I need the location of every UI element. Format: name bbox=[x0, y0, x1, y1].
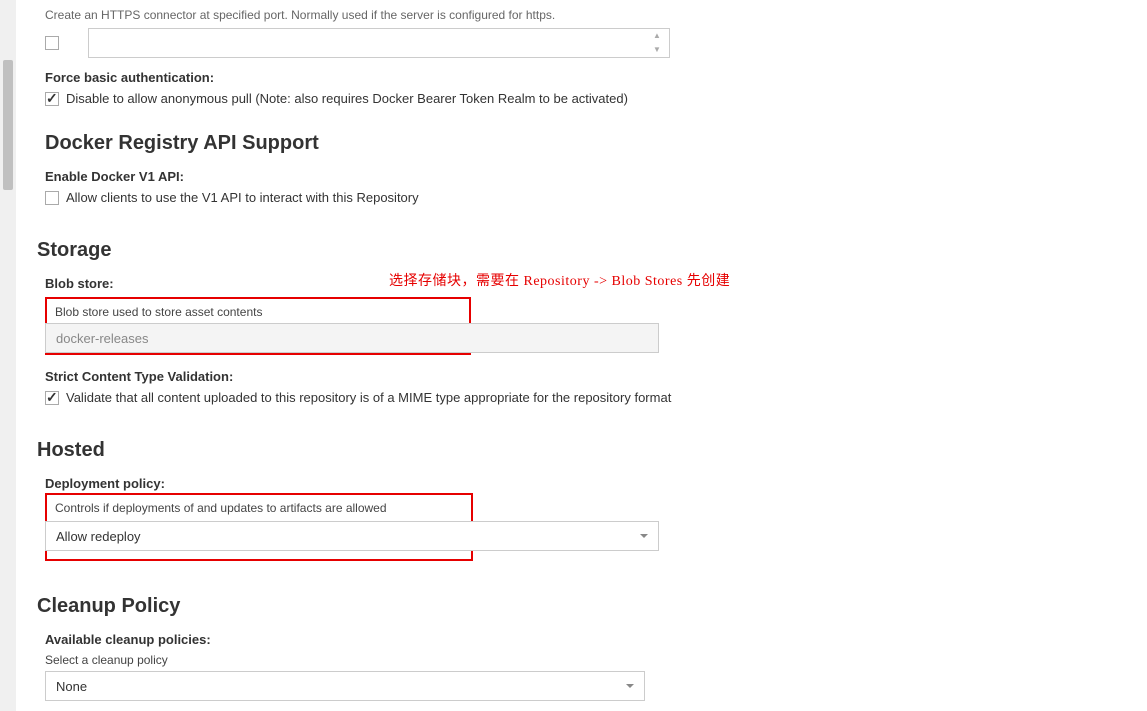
https-connector-checkbox[interactable] bbox=[45, 36, 59, 50]
cleanup-policy-select[interactable]: None bbox=[45, 671, 645, 701]
deployment-policy-label: Deployment policy: bbox=[45, 476, 1127, 491]
annotation-text: 选择存储块，需要在 Repository -> Blob Stores 先创建 bbox=[389, 270, 730, 290]
https-port-input[interactable]: ▲▼ bbox=[88, 28, 670, 58]
hosted-section-title: Hosted bbox=[37, 439, 1127, 462]
deployment-policy-select[interactable]: Allow redeploy bbox=[45, 521, 659, 551]
spinner-icon[interactable]: ▲▼ bbox=[653, 32, 663, 54]
force-basic-auth-text: Disable to allow anonymous pull (Note: a… bbox=[66, 91, 628, 106]
deployment-policy-value: Allow redeploy bbox=[56, 529, 141, 544]
cleanup-policy-value: None bbox=[56, 679, 87, 694]
blob-store-value: docker-releases bbox=[56, 331, 149, 346]
https-connector-desc: Create an HTTPS connector at specified p… bbox=[45, 8, 1127, 22]
cleanup-select-desc: Select a cleanup policy bbox=[45, 653, 1127, 667]
chevron-down-icon bbox=[640, 534, 648, 538]
scrollbar-thumb[interactable] bbox=[3, 60, 13, 190]
strict-validation-text: Validate that all content uploaded to th… bbox=[66, 390, 671, 405]
v1-api-checkbox[interactable] bbox=[45, 191, 59, 205]
available-cleanup-label: Available cleanup policies: bbox=[45, 632, 1127, 647]
docker-api-section-title: Docker Registry API Support bbox=[45, 132, 1127, 155]
scrollbar-left[interactable] bbox=[0, 0, 16, 711]
deployment-policy-highlight: Controls if deployments of and updates t… bbox=[45, 493, 473, 561]
strict-validation-checkbox[interactable] bbox=[45, 391, 59, 405]
v1-api-text: Allow clients to use the V1 API to inter… bbox=[66, 190, 419, 205]
v1-api-label: Enable Docker V1 API: bbox=[45, 169, 1127, 184]
chevron-down-icon bbox=[626, 684, 634, 688]
deployment-policy-desc: Controls if deployments of and updates t… bbox=[55, 501, 463, 515]
storage-section-title: Storage bbox=[37, 239, 1127, 262]
blob-store-highlight: Blob store used to store asset contents … bbox=[45, 297, 471, 355]
blob-store-select: docker-releases bbox=[45, 323, 659, 353]
cleanup-section-title: Cleanup Policy bbox=[37, 595, 1127, 618]
force-basic-auth-label: Force basic authentication: bbox=[45, 70, 1127, 85]
strict-validation-label: Strict Content Type Validation: bbox=[45, 369, 1127, 384]
blob-store-desc: Blob store used to store asset contents bbox=[55, 305, 461, 319]
force-basic-auth-checkbox[interactable] bbox=[45, 92, 59, 106]
